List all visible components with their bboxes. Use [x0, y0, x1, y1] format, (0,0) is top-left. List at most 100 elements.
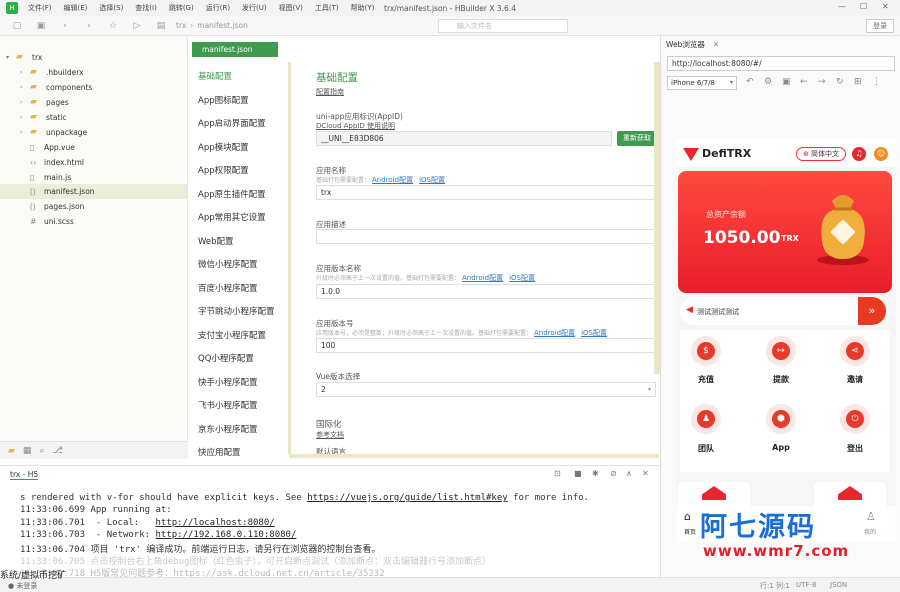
app-label[interactable]: App [761, 443, 801, 452]
language-switch[interactable]: ⊕ 简体中文 [796, 147, 846, 161]
browser-url-input[interactable]: http://localhost:8080/#/ [667, 56, 895, 71]
devtools-icon[interactable]: ⊞ [854, 77, 862, 87]
console-tab[interactable]: trx - H5 [10, 470, 39, 480]
home-tab-label[interactable]: 首页 [684, 527, 696, 536]
file-search-input[interactable]: 输入文件名 [438, 19, 568, 33]
tree-file[interactable]: ⟮⟯ pages.json [30, 199, 84, 214]
more-icon[interactable]: ⋮ [872, 77, 881, 87]
sidebar-toggle-icon[interactable]: ▤ [154, 19, 168, 33]
tree-folder[interactable]: › ▰ static [20, 110, 67, 125]
menu-publish[interactable]: 发行(U) [242, 3, 267, 13]
app-desc-input[interactable] [316, 229, 656, 244]
star-icon[interactable]: ☆ [106, 19, 120, 33]
settings-icon[interactable]: ⚙ [764, 77, 772, 87]
nav-app-splash[interactable]: App启动界面配置 [198, 117, 266, 129]
rotate-icon[interactable]: ↶ [746, 77, 754, 87]
breadcrumb-file[interactable]: manifest.json [197, 21, 248, 30]
ios-config-link[interactable]: iOS配置 [509, 274, 535, 282]
tree-file[interactable]: ‹› index.html [30, 155, 84, 170]
tree-folder[interactable]: › ▰ unpackage [20, 125, 87, 140]
team-icon[interactable]: ♟ [691, 404, 721, 434]
tab-manifest-json[interactable]: manifest.json [192, 42, 278, 57]
invite-icon[interactable]: ⋖ [840, 336, 870, 366]
withdraw-label[interactable]: 提款 [761, 374, 801, 385]
back-icon[interactable]: ‹ [58, 19, 72, 33]
logout-icon[interactable]: ⏻ [840, 404, 870, 434]
notice-arrow-button[interactable]: » [858, 297, 886, 325]
menu-edit[interactable]: 编辑(E) [64, 3, 88, 13]
nav-basic[interactable]: 基础配置 [198, 70, 232, 82]
clear-icon[interactable]: ⊘ [610, 469, 617, 478]
appid-field[interactable]: __UNI__E83D806 [316, 131, 612, 146]
back-icon[interactable]: ← [800, 77, 808, 87]
tree-file[interactable]: ▯ main.js [30, 170, 71, 185]
android-config-link[interactable]: Android配置 [534, 329, 575, 337]
nav-app-modules[interactable]: App模块配置 [198, 141, 249, 153]
forward-icon[interactable]: → [818, 77, 826, 87]
android-config-link[interactable]: Android配置 [462, 274, 503, 282]
close-tab-icon[interactable]: ✕ [713, 40, 719, 49]
tree-file[interactable]: # uni.scss [30, 214, 74, 229]
nav-toutiao[interactable]: 字节跳动小程序配置 [198, 305, 275, 317]
invite-label[interactable]: 邀请 [835, 374, 875, 385]
minimize-icon[interactable]: — [838, 2, 846, 11]
menu-run[interactable]: 运行(R) [206, 3, 230, 13]
withdraw-icon[interactable]: ↦ [766, 336, 796, 366]
version-code-input[interactable]: 100 [316, 338, 656, 353]
screenshot-icon[interactable]: ▣ [782, 77, 791, 87]
guide-link[interactable]: 配置指南 [316, 87, 344, 97]
login-button[interactable]: 登录 [866, 19, 894, 33]
git-view-icon[interactable]: ⎇ [52, 446, 62, 456]
ios-config-link[interactable]: iOS配置 [419, 176, 445, 184]
nav-app-native-plugins[interactable]: App原生插件配置 [198, 188, 266, 200]
device-select[interactable]: iPhone 6/7/8 ▾ [667, 76, 737, 90]
profile-tab-label[interactable]: 我的 [864, 527, 876, 536]
new-file-icon[interactable]: ▢ [10, 19, 24, 33]
tree-file-selected[interactable]: ⟮⟯ manifest.json [0, 184, 187, 199]
nav-quickapp[interactable]: 快应用配置 [198, 446, 241, 458]
maximize-icon[interactable]: ☐ [860, 2, 867, 11]
console-link[interactable]: http://localhost:8080/ [155, 518, 274, 528]
bell-icon[interactable]: ♫ [852, 147, 866, 161]
folder-view-icon[interactable]: ▰ [8, 446, 15, 456]
console-link[interactable]: http://192.168.0.110:8080/ [155, 530, 296, 540]
nav-baidu[interactable]: 百度小程序配置 [198, 282, 258, 294]
appid-help-link[interactable]: DCloud AppID 使用说明 [316, 121, 395, 131]
app-name-input[interactable]: trx [316, 185, 656, 200]
tree-root[interactable]: ▾ ▰ trx [6, 50, 42, 65]
stop-icon[interactable]: ■ [574, 469, 582, 478]
tree-folder[interactable]: › ▰ pages [20, 95, 69, 110]
login-status[interactable]: ● 未登录 [8, 581, 37, 591]
nav-web[interactable]: Web配置 [198, 235, 234, 247]
i18n-docs-link[interactable]: 参考文档 [316, 430, 344, 440]
recharge-icon[interactable]: $ [691, 336, 721, 366]
nav-app-icon[interactable]: App图标配置 [198, 94, 249, 106]
ios-config-link[interactable]: iOS配置 [581, 329, 607, 337]
nav-alipay[interactable]: 支付宝小程序配置 [198, 329, 266, 341]
editor-hscrollbar[interactable] [289, 454, 659, 458]
explorer-view-icon[interactable]: ▦ [23, 446, 32, 456]
close-console-icon[interactable]: ✕ [642, 469, 649, 478]
nav-app-other[interactable]: App常用其它设置 [198, 211, 266, 223]
nav-app-permissions[interactable]: App权限配置 [198, 164, 249, 176]
encoding[interactable]: UTF-8 [796, 581, 816, 589]
close-window-icon[interactable]: ✕ [882, 2, 889, 11]
menu-help[interactable]: 帮助(Y) [351, 3, 375, 13]
vue-version-select[interactable]: 2 ▾ [316, 382, 656, 397]
run-icon[interactable]: ▷ [130, 19, 144, 33]
app-download-icon[interactable]: ⬢ [766, 404, 796, 434]
menu-goto[interactable]: 跳转(G) [169, 3, 194, 13]
console-link[interactable]: https://vuejs.org/guide/list.html#key [307, 493, 507, 503]
nav-feishu[interactable]: 飞书小程序配置 [198, 399, 258, 411]
service-icon[interactable]: ☺ [874, 147, 888, 161]
logout-label[interactable]: 登出 [835, 443, 875, 454]
tree-file[interactable]: ▯ App.vue [30, 140, 75, 155]
profile-tab-icon[interactable]: ♙ [866, 510, 876, 523]
search-view-icon[interactable]: ⌕ [39, 446, 44, 456]
refresh-icon[interactable]: ↻ [836, 77, 844, 87]
collapse-icon[interactable]: ∧ [626, 469, 632, 478]
menu-file[interactable]: 文件(F) [28, 3, 52, 13]
nav-kuaishou[interactable]: 快手小程序配置 [198, 376, 258, 388]
nav-qq[interactable]: QQ小程序配置 [198, 352, 254, 364]
recharge-label[interactable]: 充值 [686, 374, 726, 385]
